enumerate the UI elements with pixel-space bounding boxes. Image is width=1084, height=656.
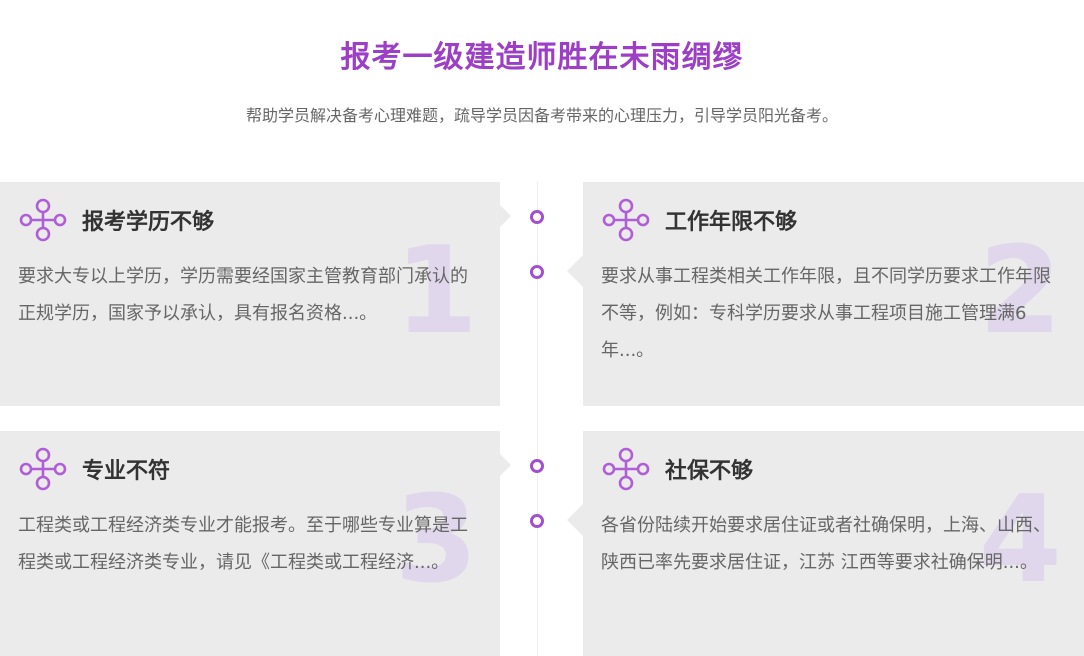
card-header: 社保不够 [601, 447, 753, 491]
card-title: 社保不够 [665, 459, 754, 484]
card-description: 工程类或工程经济类专业才能报考。至于哪些专业算是工程类或工程经济类专业，请见《工… [18, 515, 468, 573]
network-nodes-icon [601, 447, 651, 491]
timeline-dot [530, 459, 544, 473]
card-education: 报考学历不够 1 要求大专以上学历，学历需要经国家主管教育部门承认的正规学历，国… [0, 182, 500, 406]
card-work-years: 工作年限不够 2 要求从事工程类相关工作年限，且不同学历要求工作年限不等，例如：… [583, 182, 1084, 406]
card-header: 报考学历不够 [18, 198, 214, 242]
card-header: 专业不符 [18, 447, 170, 491]
network-nodes-icon [18, 198, 68, 242]
timeline-dot [530, 265, 544, 279]
card-pointer [567, 504, 583, 536]
card-title: 专业不符 [82, 459, 171, 484]
timeline-line [537, 182, 538, 656]
network-nodes-icon [601, 198, 651, 242]
card-description: 要求从事工程类相关工作年限，且不同学历要求工作年限不等，例如：专科学历要求从事工… [601, 266, 1051, 361]
card-description: 各省份陆续开始要求居住证或者社确保明，上海、山西、陕西已率先要求居住证，江苏 江… [601, 515, 1051, 573]
network-nodes-icon [18, 447, 68, 491]
timeline-dot [530, 514, 544, 528]
card-title: 报考学历不够 [82, 210, 215, 235]
card-social-security: 社保不够 4 各省份陆续开始要求居住证或者社确保明，上海、山西、陕西已率先要求居… [583, 431, 1084, 656]
card-pointer [495, 200, 511, 232]
card-header: 工作年限不够 [601, 198, 797, 242]
page-subtitle: 帮助学员解决备考心理难题，疏导学员因备考带来的心理压力，引导学员阳光备考。 [245, 106, 838, 125]
card-major: 专业不符 3 工程类或工程经济类专业才能报考。至于哪些专业算是工程类或工程经济类… [0, 431, 500, 656]
card-pointer [495, 449, 511, 481]
card-title: 工作年限不够 [665, 210, 798, 235]
page-title: 报考一级建造师胜在未雨绸缪 [340, 40, 744, 75]
timeline-dot [530, 210, 544, 224]
card-pointer [567, 255, 583, 287]
card-description: 要求大专以上学历，学历需要经国家主管教育部门承认的正规学历，国家予以承认，具有报… [18, 266, 468, 324]
